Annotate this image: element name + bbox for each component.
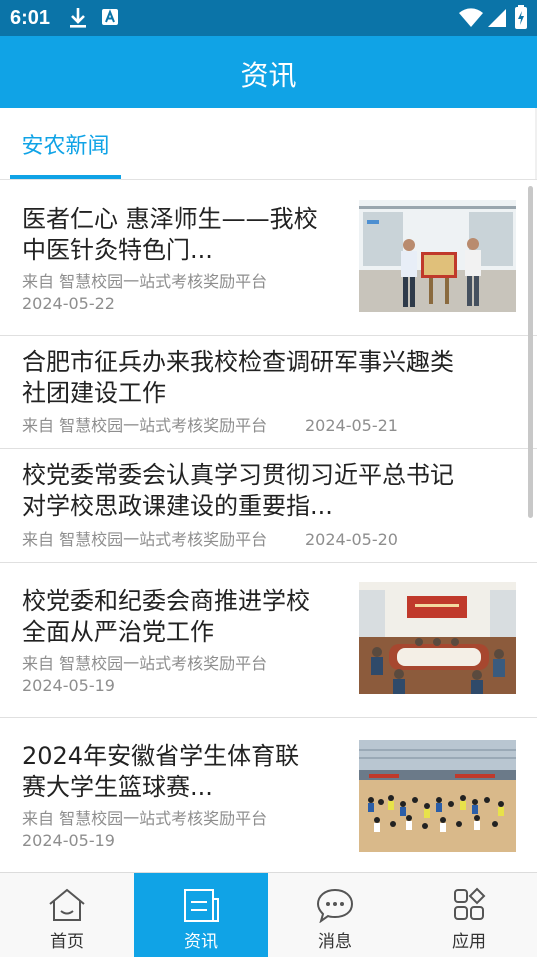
- news-title-line: 2024年安徽省学生体育联: [22, 742, 300, 770]
- news-list[interactable]: 医者仁心 惠泽师生——我校 中医针灸特色门... 来自 智慧校园一站式考核奖励平…: [0, 180, 537, 872]
- nav-label: 首页: [50, 932, 84, 952]
- news-date: 2024-05-21: [305, 416, 398, 435]
- news-title-line: 合肥市征兵办来我校检查调研军事兴趣类: [22, 348, 454, 376]
- news-item[interactable]: 合肥市征兵办来我校检查调研军事兴趣类 社团建设工作 来自 智慧校园一站式考核奖励…: [0, 335, 537, 449]
- battery-charging-icon: [515, 5, 527, 29]
- news-item[interactable]: 2024年安徽省学生体育联 赛大学生篮球赛... 来自 智慧校园一站式考核奖励平…: [0, 717, 537, 872]
- download-icon: [70, 8, 86, 28]
- status-bar: 6:01: [0, 0, 537, 36]
- news-source: 来自 智慧校园一站式考核奖励平台: [22, 272, 268, 291]
- news-item[interactable]: 医者仁心 惠泽师生——我校 中医针灸特色门... 来自 智慧校园一站式考核奖励平…: [0, 180, 537, 336]
- news-title-line: 社团建设工作: [22, 379, 166, 407]
- news-date: 2024-05-20: [305, 530, 398, 549]
- nav-label: 资讯: [184, 932, 218, 952]
- nav-item-apps[interactable]: 应用: [402, 873, 536, 957]
- news-icon: [184, 889, 219, 922]
- bottom-navigation: 首页 资讯 消息 应用: [0, 872, 537, 957]
- page-title: 资讯: [240, 59, 297, 92]
- news-source: 来自 智慧校园一站式考核奖励平台: [22, 654, 268, 673]
- home-icon: [49, 888, 85, 921]
- news-title-line: 校党委常委会认真学习贯彻习近平总书记: [22, 461, 454, 489]
- scrollbar[interactable]: [528, 186, 533, 518]
- status-time: 6:01: [10, 7, 51, 29]
- news-title-line: 对学校思政课建设的重要指...: [22, 492, 333, 520]
- nav-item-home[interactable]: 首页: [0, 873, 134, 957]
- news-title-line: 校党委和纪委会商推进学校: [22, 587, 310, 615]
- tab-active-indicator: [10, 175, 121, 179]
- news-title-line: 赛大学生篮球赛...: [22, 773, 213, 801]
- news-item[interactable]: 校党委常委会认真学习贯彻习近平总书记 对学校思政课建设的重要指... 来自 智慧…: [0, 448, 537, 563]
- app-bar: 资讯: [0, 36, 537, 108]
- nav-label: 消息: [318, 932, 352, 952]
- category-tabs: 安农新闻: [0, 108, 537, 180]
- news-thumbnail-basketball-event: [359, 740, 516, 852]
- apps-icon: [454, 887, 486, 920]
- news-thumbnail-plaque-unveiling: [359, 200, 516, 312]
- news-date: 2024-05-19: [22, 831, 115, 850]
- nav-label: 应用: [452, 932, 486, 952]
- news-item[interactable]: 校党委和纪委会商推进学校 全面从严治党工作 来自 智慧校园一站式考核奖励平台 2…: [0, 562, 537, 718]
- news-date: 2024-05-19: [22, 676, 115, 695]
- tab-anong-news[interactable]: 安农新闻: [10, 108, 121, 179]
- news-title-line: 全面从严治党工作: [22, 618, 214, 646]
- message-icon: [316, 888, 354, 923]
- wifi-icon: [459, 8, 483, 27]
- signal-icon: [488, 9, 506, 27]
- news-date: 2024-05-22: [22, 294, 115, 313]
- news-title-line: 中医针灸特色门...: [22, 236, 213, 264]
- news-title-line: 医者仁心 惠泽师生——我校: [22, 205, 318, 233]
- tab-label: 安农新闻: [21, 134, 110, 159]
- nav-item-messages[interactable]: 消息: [268, 873, 402, 957]
- news-source: 来自 智慧校园一站式考核奖励平台: [22, 530, 268, 549]
- notification-app-icon: [102, 9, 118, 25]
- nav-item-news[interactable]: 资讯: [134, 873, 268, 957]
- news-thumbnail-meeting-room: [359, 582, 516, 694]
- news-source: 来自 智慧校园一站式考核奖励平台: [22, 809, 268, 828]
- news-source: 来自 智慧校园一站式考核奖励平台: [22, 416, 268, 435]
